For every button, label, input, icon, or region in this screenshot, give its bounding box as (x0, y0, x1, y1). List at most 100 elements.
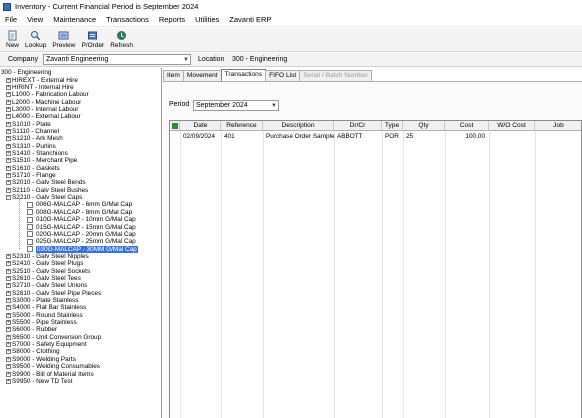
expand-icon[interactable]: + (6, 275, 11, 281)
expand-icon[interactable]: + (6, 99, 11, 105)
expand-icon[interactable]: + (6, 378, 11, 384)
expand-icon[interactable]: + (6, 136, 11, 142)
lookup-button[interactable]: Lookup (22, 28, 49, 51)
tree-stock-item[interactable]: 015G-MALCAP - 15mm G/Mal Cap (0, 223, 161, 231)
tree-group[interactable]: + S1410 - Stanchions (0, 150, 161, 157)
tab-movement[interactable]: Movement (182, 70, 222, 81)
tab-fifo-list[interactable]: FIFO List (265, 70, 301, 81)
expand-icon[interactable]: + (6, 290, 11, 296)
col-dr-cr[interactable]: Dr/Cr (334, 121, 382, 131)
expand-icon[interactable]: + (6, 356, 11, 362)
expand-icon[interactable]: + (6, 143, 11, 149)
tree-group[interactable]: + S2310 - Galv Steel Nipples (0, 253, 161, 260)
expand-icon[interactable]: + (6, 364, 11, 370)
col-cost[interactable]: Cost (445, 121, 489, 131)
tree-group[interactable]: + S5000 - Round Stainless (0, 312, 161, 319)
period-select[interactable]: September 2024 ▼ (193, 100, 279, 111)
menu-view[interactable]: View (22, 15, 48, 24)
col-job[interactable]: Job (535, 121, 581, 131)
col-description[interactable]: Description (263, 121, 334, 131)
expand-icon[interactable]: + (6, 312, 11, 318)
tree-group[interactable]: + HIREXT - External Hire (0, 76, 161, 84)
menu-zavanti-erp[interactable]: Zavanti ERP (224, 15, 276, 24)
expand-icon[interactable]: + (6, 151, 11, 157)
tree-group[interactable]: + S6000 - Rubber (0, 326, 161, 333)
tree-group[interactable]: + S3000 - Plate Stainless (0, 297, 161, 304)
expand-icon[interactable]: + (6, 261, 11, 267)
tree-stock-item[interactable]: 020G-MALCAP - 20mm G/Mal Cap (0, 231, 161, 238)
company-select[interactable]: Zavanti Engineering ▼ (43, 54, 191, 65)
tree-group[interactable]: + S6500 - Unit Conversion Group (0, 334, 161, 341)
tree-group[interactable]: + HIRINT - Internal Hire (0, 84, 161, 91)
tree-group[interactable]: + S2610 - Galv Steel Tees (0, 275, 161, 282)
collapse-icon[interactable]: − (6, 195, 11, 201)
expand-icon[interactable]: + (6, 128, 11, 134)
tree-group[interactable]: + S1510 - Merchant Pipe (0, 157, 161, 164)
tree-stock-item[interactable]: 030G-MALCAP - 30MM G/Mal Cap (0, 245, 161, 253)
expand-icon[interactable]: + (6, 283, 11, 289)
tree-group[interactable]: + S5500 - Pipe Stainless (0, 319, 161, 326)
expand-icon[interactable]: + (6, 121, 11, 127)
tree-group[interactable]: − S2210 - Galv Steel Caps (0, 194, 161, 201)
tree-root[interactable]: 300 - Engineering (0, 69, 161, 76)
expand-icon[interactable]: + (6, 158, 11, 164)
tree-group[interactable]: + L3000 - Internal Labour (0, 106, 161, 113)
refresh-button[interactable]: Refresh (107, 28, 136, 51)
expand-icon[interactable]: + (6, 342, 11, 348)
tree-group[interactable]: + S2010 - Galv Steel Bends (0, 179, 161, 186)
col-type[interactable]: Type (382, 121, 403, 131)
expand-icon[interactable]: + (6, 114, 11, 120)
col-wo-cost[interactable]: W/O Cost (489, 121, 535, 131)
tree-group[interactable]: + S2110 - Galv Steel Bushes (0, 187, 161, 194)
menu-utilities[interactable]: Utilities (190, 15, 224, 24)
tree-group[interactable]: + L4000 - External Labour (0, 113, 161, 120)
col-reference[interactable]: Reference (221, 121, 263, 131)
expand-icon[interactable]: + (6, 305, 11, 311)
tree-group[interactable]: + S2410 - Galv Steel Plugs (0, 260, 161, 267)
expand-icon[interactable]: + (6, 334, 11, 340)
tree-group[interactable]: + S7000 - Safety Equipment (0, 341, 161, 348)
purchase-order-button[interactable]: P/Order (78, 28, 107, 51)
tab-transactions[interactable]: Transactions (220, 69, 267, 81)
tree-group[interactable]: + L2000 - Machine Labour (0, 98, 161, 106)
tree-group[interactable]: + S1610 - Gaskets (0, 165, 161, 172)
expand-icon[interactable]: + (6, 173, 11, 179)
tab-item[interactable]: Item (163, 70, 184, 81)
menu-file[interactable]: File (0, 15, 22, 24)
expand-icon[interactable]: + (6, 253, 11, 259)
expand-icon[interactable]: + (6, 187, 11, 193)
menu-maintenance[interactable]: Maintenance (48, 15, 101, 24)
tree-group[interactable]: + S1210 - Ark Mesh (0, 135, 161, 142)
tree-group[interactable]: + S1110 - Channel (0, 128, 161, 135)
preview-button[interactable]: Preview (49, 28, 78, 51)
table-row[interactable]: 02/09/2024 401 Purchase Order Sample ABB… (170, 132, 581, 141)
expand-icon[interactable]: + (6, 298, 11, 304)
expand-icon[interactable]: + (6, 77, 11, 83)
tree-group[interactable]: + L1000 - Fabrication Labour (0, 91, 161, 98)
transactions-grid[interactable]: Date Reference Description Dr/Cr Type Qt… (169, 120, 582, 418)
expand-icon[interactable]: + (6, 165, 11, 171)
expand-icon[interactable]: + (6, 106, 11, 112)
expand-icon[interactable]: + (6, 180, 11, 186)
expand-icon[interactable]: + (6, 92, 11, 98)
tree-group[interactable]: + S2510 - Galv Steel Sockets (0, 267, 161, 275)
expand-icon[interactable]: + (6, 84, 11, 90)
tree-group[interactable]: + S9900 - Bill of Material Items (0, 370, 161, 378)
tree-group[interactable]: + S8000 - Clothing (0, 348, 161, 355)
expand-icon[interactable]: + (6, 349, 11, 355)
tree-stock-item[interactable]: 008G-MALCAP - 8mm G/Mal Cap (0, 209, 161, 216)
col-date[interactable]: Date (181, 121, 221, 131)
menu-reports[interactable]: Reports (154, 15, 190, 24)
expand-icon[interactable]: + (6, 371, 11, 377)
menu-transactions[interactable]: Transactions (101, 15, 154, 24)
col-qty[interactable]: Qty (403, 121, 445, 131)
expand-icon[interactable]: + (6, 268, 11, 274)
tree-group[interactable]: + S1310 - Purlins (0, 143, 161, 150)
tree-stock-item[interactable]: 025G-MALCAP - 25mm G/Mal Cap (0, 238, 161, 245)
expand-icon[interactable]: + (6, 327, 11, 333)
stock-group-tree[interactable]: 300 - Engineering + HIREXT - External Hire… (0, 68, 162, 418)
expand-icon[interactable]: + (6, 320, 11, 326)
tree-group[interactable]: + S2810 - Galv Steel Pipe Pieces (0, 290, 161, 297)
tree-group[interactable]: + S1010 - Plate (0, 120, 161, 128)
tree-group[interactable]: + S9000 - Welding Parts (0, 356, 161, 363)
